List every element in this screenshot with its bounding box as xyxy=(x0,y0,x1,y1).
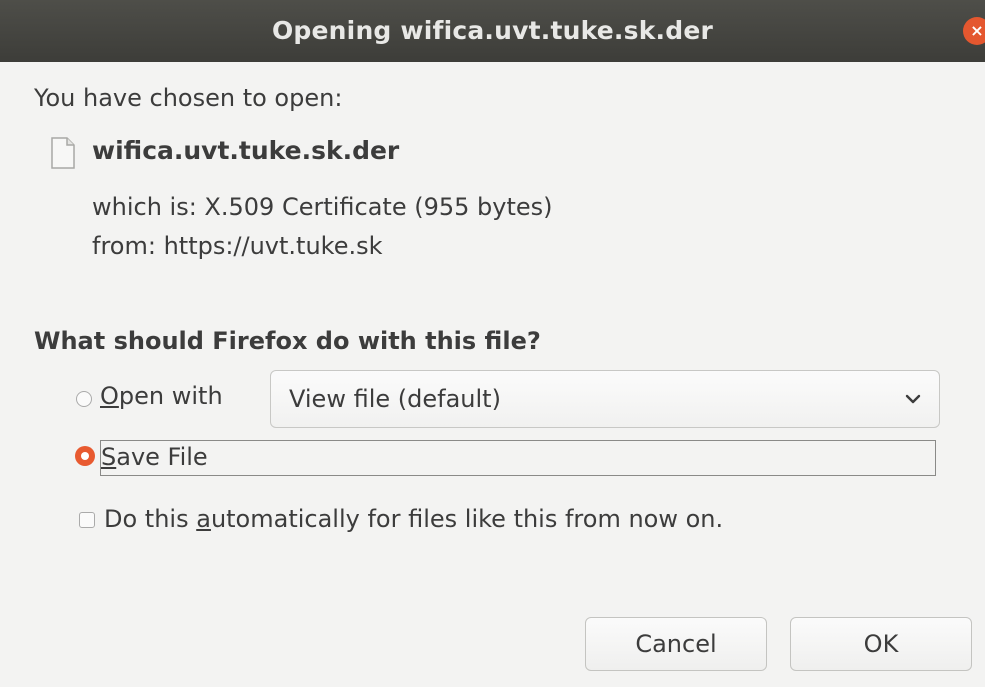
auto-label[interactable]: Do this automatically for files like thi… xyxy=(104,505,723,533)
mnemonic-a: a xyxy=(196,505,211,533)
cancel-button[interactable]: Cancel xyxy=(585,617,767,671)
auto-checkbox[interactable] xyxy=(79,512,95,528)
mnemonic-o: O xyxy=(100,382,119,410)
auto-label-after: utomatically for files like this from no… xyxy=(210,505,724,533)
open-with-label[interactable]: Open with xyxy=(100,382,223,410)
open-with-label-text: pen with xyxy=(118,382,223,410)
file-source: from: https://uvt.tuke.sk xyxy=(92,232,383,260)
open-with-select[interactable]: View file (default) xyxy=(270,370,940,428)
ok-button[interactable]: OK xyxy=(790,617,972,671)
file-type: which is: X.509 Certificate (955 bytes) xyxy=(92,193,553,221)
save-file-focus-ring xyxy=(100,440,936,476)
close-button[interactable]: × xyxy=(963,17,985,45)
download-dialog: Opening wifica.uvt.tuke.sk.der × You hav… xyxy=(0,0,985,687)
window-title: Opening wifica.uvt.tuke.sk.der xyxy=(271,16,714,45)
title-bar[interactable]: Opening wifica.uvt.tuke.sk.der × xyxy=(0,0,985,62)
chevron-down-icon xyxy=(905,394,921,404)
file-name: wifica.uvt.tuke.sk.der xyxy=(92,136,400,165)
mnemonic-s: S xyxy=(101,443,117,471)
chosen-label: You have chosen to open: xyxy=(34,84,343,112)
save-file-label-text: ave File xyxy=(116,443,208,471)
auto-label-before: Do this xyxy=(104,505,197,533)
document-icon xyxy=(51,137,75,169)
open-with-select-value: View file (default) xyxy=(289,385,501,413)
close-icon: × xyxy=(970,21,984,40)
action-question: What should Firefox do with this file? xyxy=(34,327,541,355)
open-with-radio[interactable] xyxy=(76,391,92,407)
save-file-radio[interactable] xyxy=(75,446,95,466)
save-file-label[interactable]: Save File xyxy=(101,443,208,471)
